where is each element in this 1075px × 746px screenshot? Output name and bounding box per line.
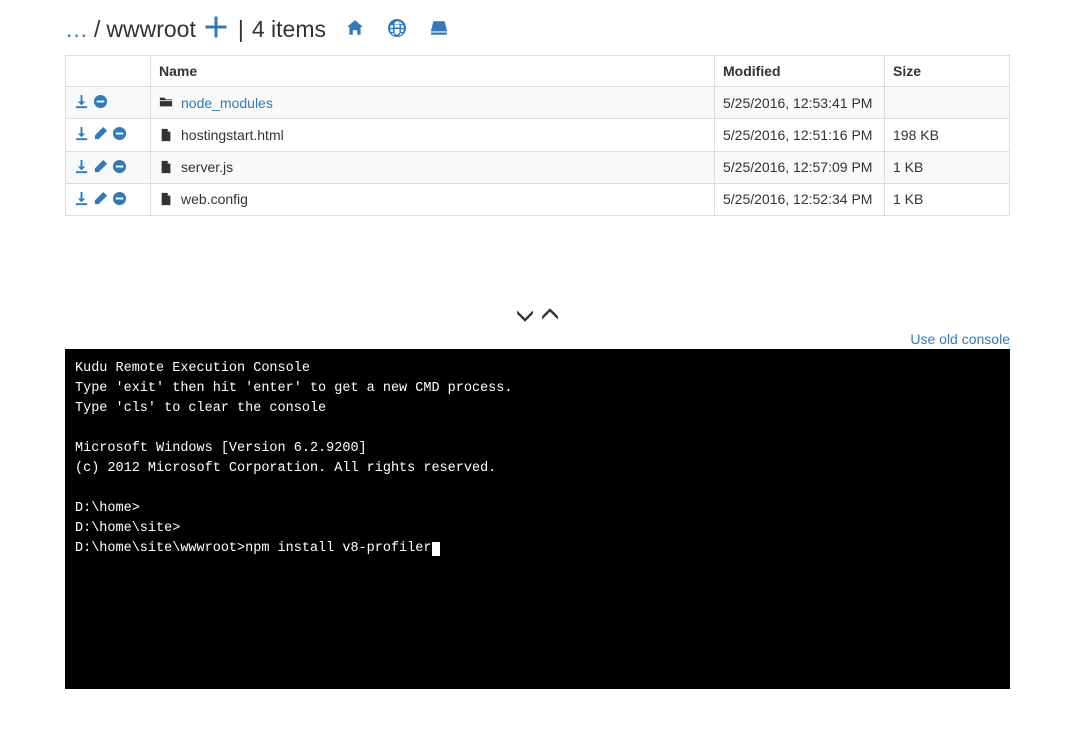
folder-link[interactable]: node_modules: [181, 95, 273, 111]
table-row: server.js 5/25/2016, 12:57:09 PM1 KB: [66, 151, 1010, 183]
file-name: server.js: [181, 159, 233, 175]
disk-icon[interactable]: [430, 19, 448, 40]
delete-icon[interactable]: [112, 159, 127, 176]
file-name: hostingstart.html: [181, 127, 284, 143]
file-icon: [159, 159, 173, 175]
globe-icon[interactable]: [388, 19, 406, 40]
breadcrumb-parent-link[interactable]: …: [65, 16, 88, 43]
table-row: web.config 5/25/2016, 12:52:34 PM1 KB: [66, 183, 1010, 215]
modified-cell: 5/25/2016, 12:57:09 PM: [715, 151, 885, 183]
table-row: node_modules 5/25/2016, 12:53:41 PM: [66, 87, 1010, 119]
chevron-up-icon[interactable]: [541, 306, 559, 326]
table-row: hostingstart.html 5/25/2016, 12:51:16 PM1…: [66, 119, 1010, 151]
file-icon: [159, 127, 173, 143]
file-table: Name Modified Size node_modules 5/25/2016…: [65, 55, 1010, 216]
download-icon[interactable]: [74, 191, 89, 208]
file-icon: [159, 191, 173, 207]
cursor: [432, 542, 440, 556]
download-icon[interactable]: [74, 159, 89, 176]
edit-icon[interactable]: [93, 191, 108, 208]
size-cell: 1 KB: [885, 183, 1010, 215]
chevron-down-icon[interactable]: [516, 306, 539, 326]
size-cell: [885, 87, 1010, 119]
edit-icon[interactable]: [93, 159, 108, 176]
use-old-console-link[interactable]: Use old console: [65, 331, 1010, 347]
delete-icon[interactable]: [93, 94, 108, 111]
breadcrumb-separator: /: [94, 16, 100, 43]
breadcrumb: … / wwwroot | 4 items: [65, 15, 1010, 43]
modified-cell: 5/25/2016, 12:53:41 PM: [715, 87, 885, 119]
item-count: 4 items: [252, 16, 326, 43]
col-header-modified[interactable]: Modified: [715, 56, 885, 87]
col-header-name[interactable]: Name: [151, 56, 715, 87]
col-header-size[interactable]: Size: [885, 56, 1010, 87]
file-name: web.config: [181, 191, 248, 207]
home-icon[interactable]: [346, 19, 364, 40]
modified-cell: 5/25/2016, 12:52:34 PM: [715, 183, 885, 215]
col-header-actions: [66, 56, 151, 87]
download-icon[interactable]: [74, 94, 89, 111]
console[interactable]: Kudu Remote Execution Console Type 'exit…: [65, 349, 1010, 689]
edit-icon[interactable]: [93, 126, 108, 143]
size-cell: 1 KB: [885, 151, 1010, 183]
delete-icon[interactable]: [112, 191, 127, 208]
download-icon[interactable]: [74, 126, 89, 143]
delete-icon[interactable]: [112, 126, 127, 143]
add-icon[interactable]: [204, 15, 228, 43]
size-cell: 198 KB: [885, 119, 1010, 151]
modified-cell: 5/25/2016, 12:51:16 PM: [715, 119, 885, 151]
console-toggle: [65, 306, 1010, 327]
breadcrumb-current: wwwroot: [106, 16, 195, 43]
breadcrumb-divider: |: [238, 16, 244, 43]
folder-icon: [159, 95, 173, 111]
